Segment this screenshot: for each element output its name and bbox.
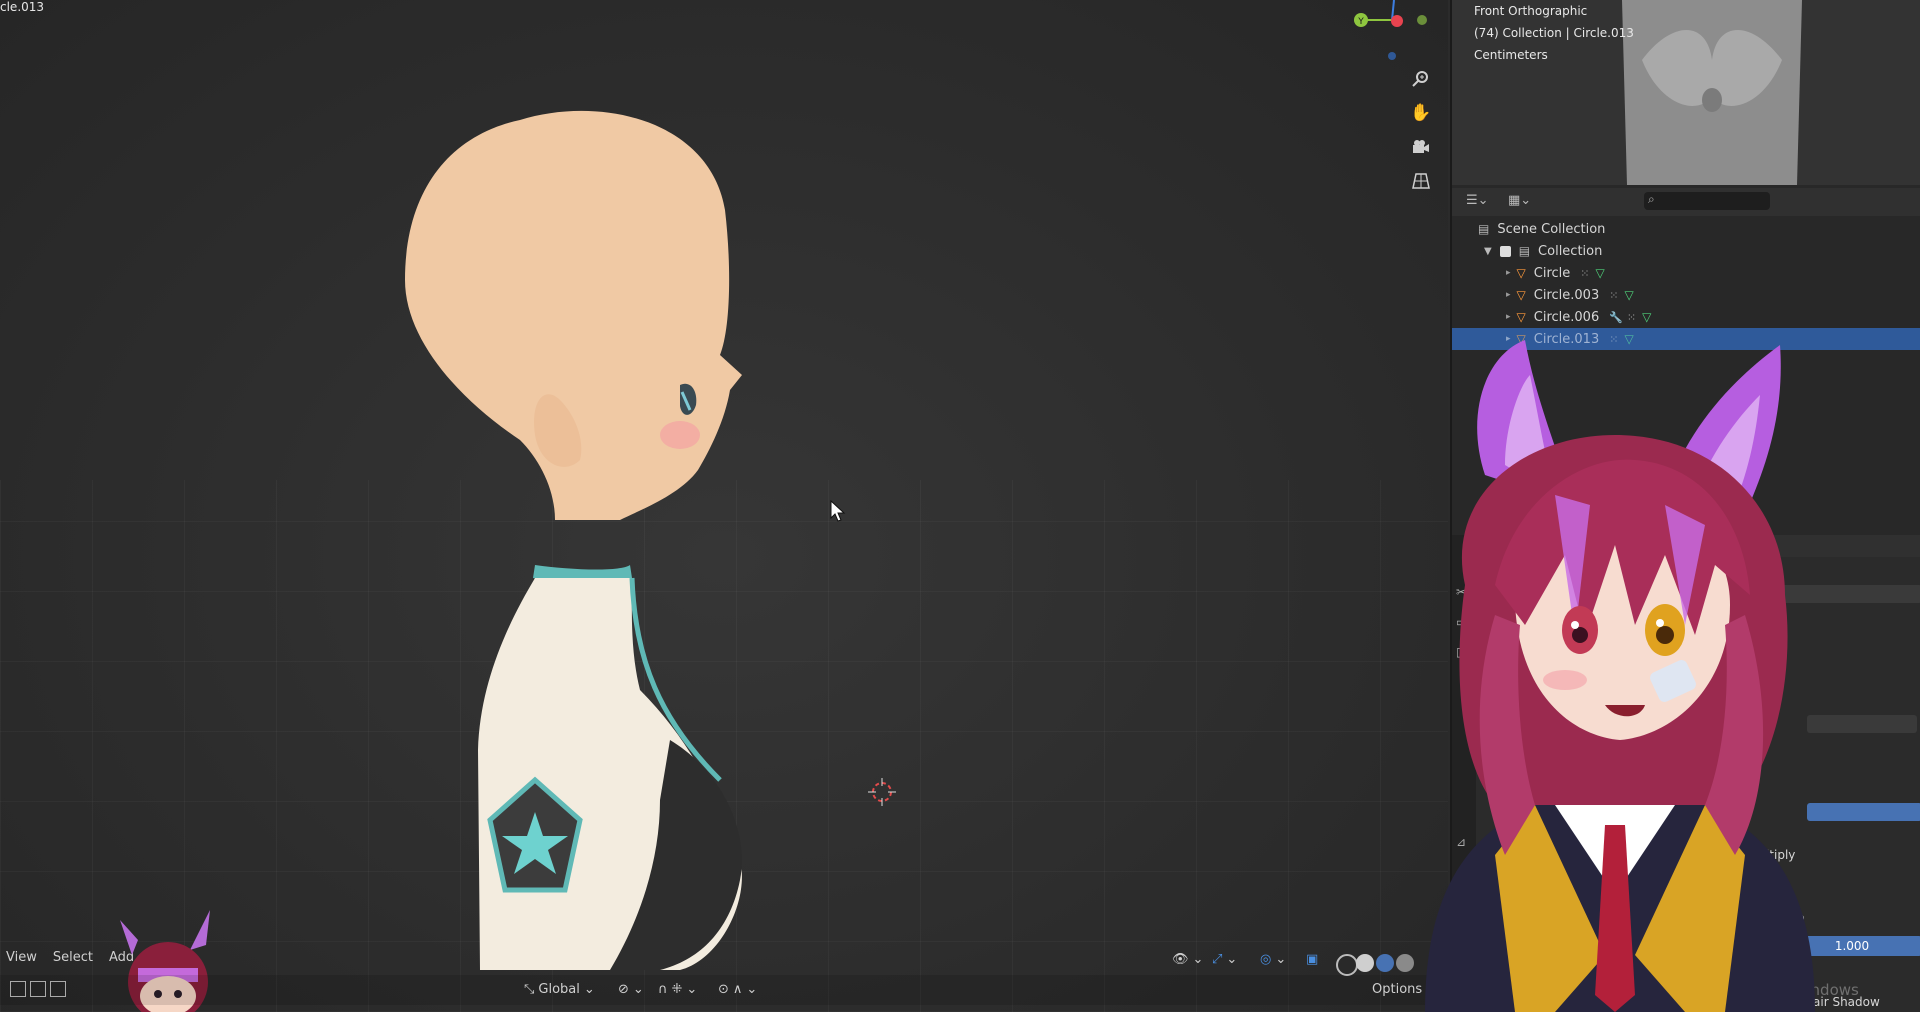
tree-object-circle[interactable]: ▸ ▽ Circle ⁙ ▽ bbox=[1452, 262, 1920, 284]
chevron-down-icon: ⌄ bbox=[1192, 951, 1204, 967]
magnet-icon: ∩ bbox=[658, 981, 668, 997]
zoom-icon[interactable] bbox=[1408, 66, 1434, 92]
wireframe-shading-icon[interactable] bbox=[1336, 954, 1358, 976]
modifier-icon: ⁙ bbox=[1580, 266, 1590, 280]
eye-icon: 👁 bbox=[1172, 951, 1189, 967]
xray-toggle[interactable]: ▣ bbox=[1300, 948, 1324, 970]
expand-arrow-icon: ▸ bbox=[1506, 290, 1511, 300]
tree-object-circle-006[interactable]: ▸ ▽ Circle.006 🔧 ⁙ ▽ bbox=[1452, 306, 1920, 328]
object-label: Circle bbox=[1533, 265, 1571, 281]
visibility-dropdown[interactable]: 👁 ⌄ bbox=[1166, 948, 1209, 970]
viewport-object-title: cle.013 bbox=[0, 0, 45, 14]
gizmo-toggle[interactable]: ⤢ ⌄ bbox=[1206, 948, 1243, 970]
outliner-search-input[interactable]: ⌕ bbox=[1644, 192, 1770, 210]
xray-icon: ▣ bbox=[1306, 951, 1319, 967]
collection-label: Collection bbox=[1538, 243, 1603, 259]
3d-viewport[interactable]: cle.013 Y ✋ View Select Add ⤡ Global ⌄ ⊘… bbox=[0, 0, 1448, 1012]
ortho-collection-info: (74) Collection | Circle.013 bbox=[1474, 26, 1634, 40]
tree-scene-collection[interactable]: ▤ Scene Collection bbox=[1452, 218, 1920, 240]
object-label: Circle.003 bbox=[1533, 287, 1600, 303]
ortho-units: Centimeters bbox=[1474, 48, 1548, 62]
collection-box-icon: ▤ bbox=[1478, 222, 1490, 236]
selection-mode-icons[interactable] bbox=[4, 978, 72, 1000]
checkbox-icon[interactable] bbox=[1499, 245, 1511, 257]
expand-arrow-icon: ▸ bbox=[1506, 268, 1511, 278]
outliner-header: ☰⌄ ▦⌄ ⌕ bbox=[1452, 188, 1920, 216]
material-shading-icon[interactable] bbox=[1376, 954, 1394, 972]
expand-arrow-icon: ▸ bbox=[1506, 312, 1511, 322]
pan-hand-icon[interactable]: ✋ bbox=[1408, 100, 1434, 126]
proportional-edit-toggle[interactable]: ⊙ ∧ ⌄ bbox=[712, 978, 763, 1000]
modifier-icon: ⁙ bbox=[1609, 288, 1619, 302]
solid-shading-icon[interactable] bbox=[1356, 954, 1374, 972]
ortho-viewport[interactable]: Front Orthographic (74) Collection | Cir… bbox=[1452, 0, 1920, 185]
pivot-icon: ⊘ bbox=[618, 981, 629, 997]
display-mode-icon[interactable]: ☰⌄ bbox=[1466, 193, 1489, 208]
overlays-toggle[interactable]: ◎ ⌄ bbox=[1254, 948, 1292, 970]
chevron-down-icon: ⌄ bbox=[686, 981, 698, 997]
mouse-cursor bbox=[830, 500, 846, 522]
mesh-object-icon: ▽ bbox=[1516, 310, 1526, 324]
transform-orientation-dropdown[interactable]: ⤡ Global ⌄ bbox=[518, 978, 601, 1000]
camera-icon[interactable] bbox=[1408, 134, 1434, 160]
proportional-edit-icon: ⊙ bbox=[718, 981, 729, 997]
mesh-data-icon: ▽ bbox=[1624, 288, 1634, 302]
chevron-down-icon: ⌄ bbox=[746, 981, 758, 997]
orientation-icon: ⤡ bbox=[524, 981, 535, 997]
ortho-view-name: Front Orthographic bbox=[1474, 4, 1588, 18]
viewport-bottom-toolbar: ⤡ Global ⌄ ⊘⌄ ∩ ⁜ ⌄ ⊙ ∧ ⌄ Options ⌄ bbox=[0, 975, 1448, 1005]
snap-toggle[interactable]: ∩ ⁜ ⌄ bbox=[652, 978, 703, 1000]
falloff-icon: ∧ bbox=[732, 981, 743, 997]
grid-ortho-icon[interactable] bbox=[1408, 168, 1434, 194]
filter-icon[interactable]: ▦⌄ bbox=[1508, 193, 1531, 208]
mesh-data-icon: ▽ bbox=[1595, 266, 1605, 280]
ortho-model bbox=[1622, 0, 1802, 185]
expand-arrow-icon: ▼ bbox=[1484, 245, 1492, 257]
search-icon: ⌕ bbox=[1648, 192, 1655, 206]
menu-select[interactable]: Select bbox=[47, 948, 99, 970]
chevron-down-icon: ⌄ bbox=[632, 981, 644, 997]
wrench-icon: 🔧 bbox=[1609, 310, 1623, 324]
vtuber-avatar bbox=[1425, 340, 1815, 1012]
mesh-data-icon: ▽ bbox=[1642, 310, 1652, 324]
mesh-object-icon: ▽ bbox=[1516, 288, 1526, 302]
mesh-object-icon: ▽ bbox=[1516, 266, 1526, 280]
tree-object-circle-003[interactable]: ▸ ▽ Circle.003 ⁙ ▽ bbox=[1452, 284, 1920, 306]
gizmo-icon: ⤢ bbox=[1212, 951, 1223, 967]
character-model[interactable] bbox=[380, 100, 900, 980]
object-label: Circle.006 bbox=[1533, 309, 1600, 325]
navigation-gizmo[interactable]: Y bbox=[1342, 0, 1432, 70]
3d-cursor bbox=[868, 778, 896, 806]
scene-collection-label: Scene Collection bbox=[1497, 221, 1606, 237]
transform-orientation-label: Global bbox=[538, 981, 580, 997]
tree-collection[interactable]: ▼ ▤ Collection bbox=[1452, 240, 1920, 262]
chevron-down-icon: ⌄ bbox=[583, 981, 595, 997]
chevron-down-icon: ⌄ bbox=[1226, 951, 1238, 967]
menu-view[interactable]: View bbox=[0, 948, 43, 970]
svg-text:Y: Y bbox=[1357, 17, 1364, 27]
collection-box-icon: ▤ bbox=[1518, 244, 1531, 258]
snap-grid-icon: ⁜ bbox=[671, 981, 683, 997]
chevron-down-icon: ⌄ bbox=[1275, 951, 1287, 967]
pivot-point-dropdown[interactable]: ⊘ ⌄ bbox=[612, 978, 650, 1000]
overlay-icon: ◎ bbox=[1260, 951, 1272, 967]
modifier-icon: ⁙ bbox=[1626, 310, 1637, 324]
